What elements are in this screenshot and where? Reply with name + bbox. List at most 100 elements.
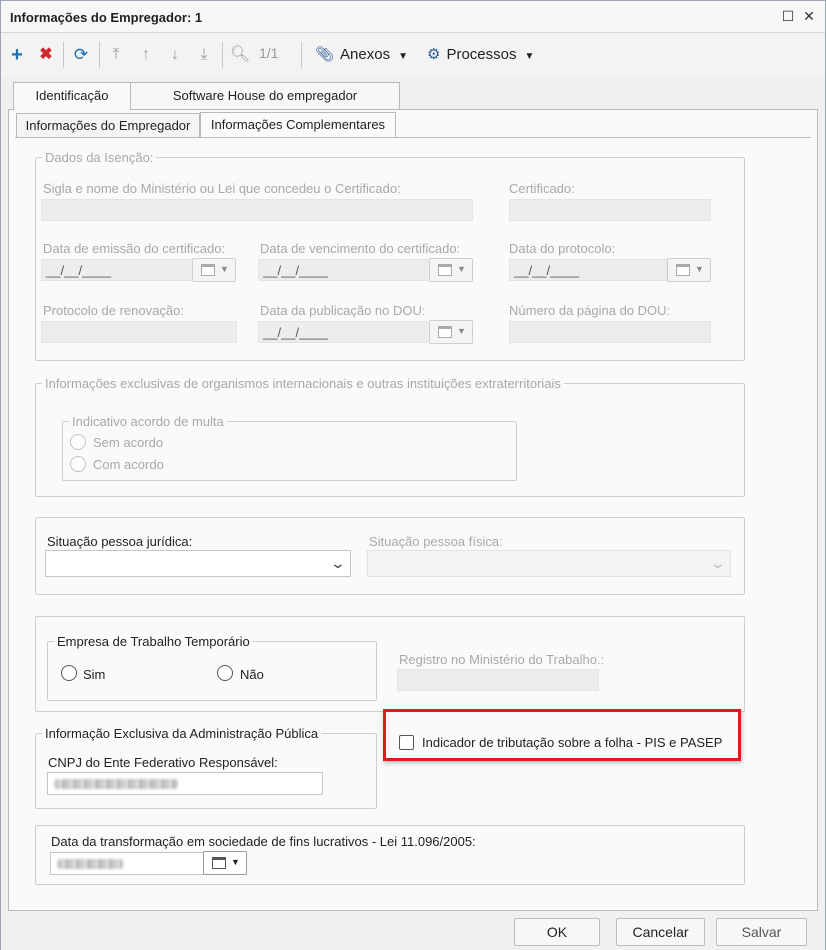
pis-pasep-label: Indicador de tributação sobre a folha - … — [422, 735, 723, 750]
transformacao-calendar-button[interactable]: ▼ — [203, 851, 247, 875]
emissao-date-input[interactable]: __/__/____ — [41, 259, 193, 281]
publicacao-calendar-button[interactable]: ▼ — [429, 320, 473, 344]
add-icon[interactable]: + — [7, 44, 27, 66]
dados-isencao-legend: Dados da Isenção: — [42, 150, 157, 165]
acordo-multa-group: Indicativo acordo de multa — [62, 414, 517, 481]
tab-software-house[interactable]: Software House do empregador — [130, 82, 400, 109]
vencimento-date-input[interactable]: __/__/____ — [258, 259, 430, 281]
com-acordo-label: Com acordo — [93, 457, 164, 472]
processos-menu-button[interactable]: ⚙ Processos ▼ — [427, 45, 534, 63]
vencimento-calendar-button[interactable]: ▼ — [429, 258, 473, 282]
chevron-down-icon: ▼ — [457, 326, 466, 336]
close-icon[interactable]: ✕ — [800, 7, 818, 25]
trabalho-temporario-legend: Empresa de Trabalho Temporário — [54, 634, 253, 649]
chevron-down-icon: ⌄ — [709, 555, 727, 571]
pis-pasep-checkbox[interactable] — [399, 735, 414, 750]
anexos-label: Anexos — [340, 46, 391, 63]
chevron-down-icon: ▼ — [524, 51, 535, 62]
tab-panel-complementares: Dados da Isenção: Sigla e nome do Minist… — [15, 137, 811, 903]
paperclip-icon: 📎︎ — [315, 46, 335, 63]
situacao-juridica-label: Situação pessoa jurídica: — [47, 534, 193, 549]
save-button[interactable]: Salvar — [716, 918, 807, 946]
toolbar-separator — [222, 42, 223, 68]
pager-indicator: 1/1 — [259, 45, 279, 61]
cnpj-label: CNPJ do Ente Federativo Responsável: — [48, 755, 278, 770]
protocolo-date-mask: __/__/____ — [514, 263, 580, 278]
toolbar: + ✖ ⟳ ⤒ ↑ ↓ ⤓ 🔍︎ 1/1 📎︎ Anexos ▼ ⚙ Processo… — [1, 34, 825, 76]
calendar-icon — [438, 264, 452, 276]
nao-label: Não — [240, 667, 264, 682]
protocolo-calendar-button[interactable]: ▼ — [667, 258, 711, 282]
vencimento-date-mask: __/__/____ — [263, 263, 329, 278]
tab-identificacao[interactable]: Identificação — [13, 82, 131, 110]
toolbar-separator — [99, 42, 100, 68]
sem-acordo-radio[interactable] — [70, 434, 86, 450]
gear-icon: ⚙ — [427, 46, 441, 63]
com-acordo-radio[interactable] — [70, 456, 86, 472]
emissao-date-mask: __/__/____ — [46, 263, 112, 278]
certificado-input[interactable] — [509, 199, 711, 221]
situacao-fisica-label: Situação pessoa física: — [369, 534, 503, 549]
maximize-icon[interactable]: ☐ — [779, 7, 797, 25]
next-record-icon[interactable]: ↓ — [166, 44, 184, 66]
protocolo-label: Data do protocolo: — [509, 241, 616, 256]
ok-button[interactable]: OK — [514, 918, 600, 946]
previous-record-icon[interactable]: ↑ — [137, 44, 155, 66]
situacao-fisica-select[interactable]: ⌄ — [367, 550, 731, 577]
title-bar: Informações do Empregador: 1 ☐ ✕ — [1, 1, 825, 33]
toolbar-separator — [301, 42, 302, 68]
processos-label: Processos — [446, 46, 517, 63]
publicacao-date-input[interactable]: __/__/____ — [258, 321, 430, 343]
cancel-button[interactable]: Cancelar — [616, 918, 705, 946]
calendar-icon — [438, 326, 452, 338]
tab-informacoes-complementares[interactable]: Informações Complementares — [200, 112, 396, 137]
transformacao-label: Data da transformação em sociedade de fi… — [51, 834, 476, 849]
window-title: Informações do Empregador: 1 — [10, 10, 203, 25]
anexos-menu-button[interactable]: 📎︎ Anexos ▼ — [315, 45, 408, 63]
chevron-down-icon: ▼ — [231, 857, 240, 867]
dialog-window: Informações do Empregador: 1 ☐ ✕ + ✖ ⟳ ⤒… — [0, 0, 826, 950]
administracao-publica-group: Informação Exclusiva da Administração Pú… — [35, 726, 377, 809]
sem-acordo-label: Sem acordo — [93, 435, 164, 450]
refresh-icon[interactable]: ⟳ — [70, 44, 92, 66]
publicacao-date-mask: __/__/____ — [263, 325, 329, 340]
pagina-label: Número da página do DOU: — [509, 303, 671, 318]
toolbar-separator — [63, 42, 64, 68]
calendar-icon — [212, 857, 226, 869]
chevron-down-icon: ▼ — [220, 264, 229, 274]
sigla-input[interactable] — [41, 199, 473, 221]
sim-radio[interactable] — [61, 665, 77, 681]
search-icon[interactable]: 🔍︎ — [229, 44, 251, 66]
organismos-legend: Informações exclusivas de organismos int… — [42, 376, 564, 391]
calendar-icon — [201, 264, 215, 276]
dialog-footer: OK Cancelar Salvar — [1, 912, 825, 950]
vencimento-label: Data de vencimento do certificado: — [260, 241, 461, 256]
last-record-icon[interactable]: ⤓ — [195, 44, 213, 66]
emissao-calendar-button[interactable]: ▼ — [192, 258, 236, 282]
redacted-date-value — [57, 859, 123, 869]
chevron-down-icon: ⌄ — [329, 555, 347, 571]
pagina-input[interactable] — [509, 321, 711, 343]
emissao-label: Data de emissão do certificado: — [43, 241, 226, 256]
nao-radio[interactable] — [217, 665, 233, 681]
registro-input[interactable] — [397, 669, 599, 691]
renovacao-input[interactable] — [41, 321, 237, 343]
chevron-down-icon: ▼ — [695, 264, 704, 274]
calendar-icon — [676, 264, 690, 276]
situacao-juridica-select[interactable]: ⌄ — [45, 550, 351, 577]
certificado-label: Certificado: — [509, 181, 575, 196]
delete-icon[interactable]: ✖ — [36, 44, 56, 66]
first-record-icon[interactable]: ⤒ — [107, 44, 125, 66]
protocolo-date-input[interactable]: __/__/____ — [509, 259, 667, 281]
cnpj-input[interactable] — [47, 772, 323, 795]
chevron-down-icon: ▼ — [457, 264, 466, 274]
acordo-multa-legend: Indicativo acordo de multa — [69, 414, 227, 429]
transformacao-date-input[interactable] — [50, 852, 205, 875]
tab-informacoes-empregador[interactable]: Informações do Empregador — [16, 113, 200, 137]
administracao-publica-legend: Informação Exclusiva da Administração Pú… — [42, 726, 322, 741]
sim-label: Sim — [83, 667, 106, 682]
registro-label: Registro no Ministério do Trabalho.: — [399, 652, 605, 667]
publicacao-label: Data da publicação no DOU: — [260, 303, 426, 318]
chevron-down-icon: ▼ — [398, 51, 408, 62]
redacted-cnpj-value — [54, 779, 178, 789]
